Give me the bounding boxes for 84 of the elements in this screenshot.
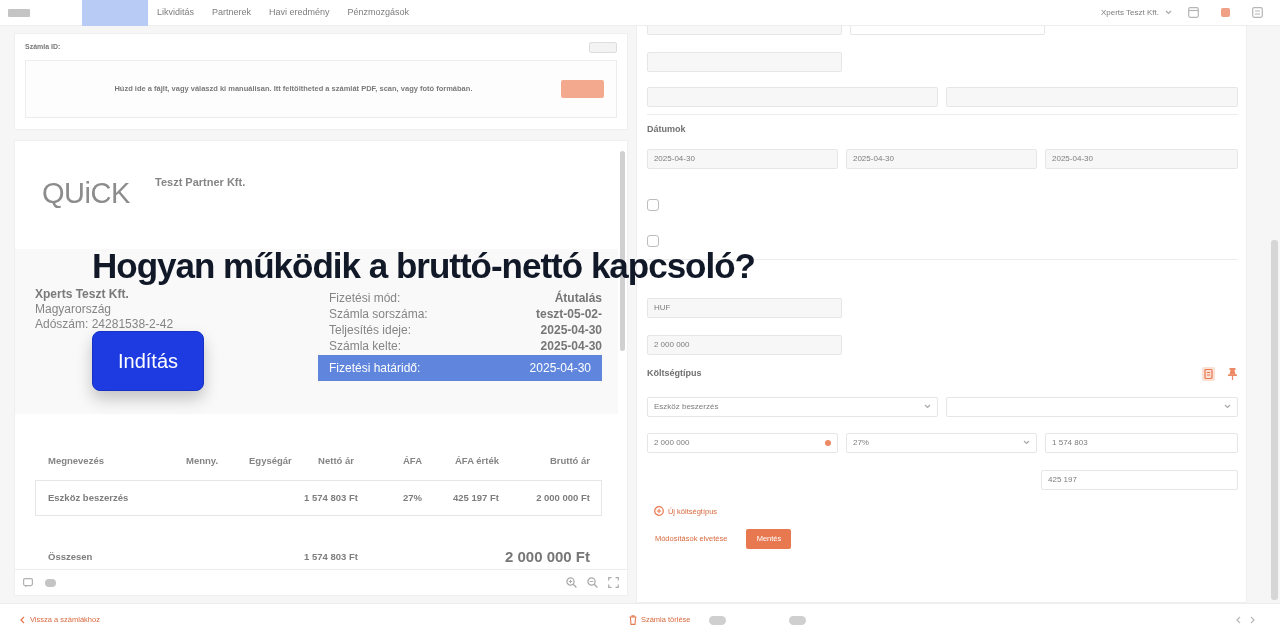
detail-label: Számla kelte: bbox=[329, 338, 402, 354]
detail-value: teszt-05-02- bbox=[535, 306, 602, 322]
column-header: Egységár bbox=[249, 453, 293, 468]
trash-icon bbox=[628, 615, 637, 625]
detail-label: Fizetési határidő: bbox=[329, 360, 421, 377]
input-field[interactable] bbox=[946, 87, 1238, 107]
logo-placeholder-icon[interactable] bbox=[8, 8, 30, 17]
chevron-right-icon[interactable] bbox=[1250, 616, 1255, 624]
checkbox[interactable] bbox=[646, 234, 659, 247]
category-select[interactable]: Eszköz beszerzés bbox=[646, 396, 939, 417]
nav-tab[interactable] bbox=[82, 0, 148, 26]
company-selector[interactable]: Xperts Teszt Kft. bbox=[1100, 6, 1159, 19]
fullscreen-icon[interactable] bbox=[607, 577, 619, 588]
comment-icon[interactable] bbox=[23, 577, 33, 588]
checkbox[interactable] bbox=[646, 198, 659, 211]
gross-amount-field[interactable]: 2 000 000 bbox=[646, 432, 838, 453]
caret-down-icon[interactable] bbox=[1165, 10, 1172, 15]
vat-amount-field[interactable]: 425 197 bbox=[1041, 469, 1238, 490]
select-value: 27% bbox=[852, 436, 869, 449]
zoom-out-icon[interactable] bbox=[586, 577, 598, 588]
currency-field[interactable]: HUF bbox=[646, 297, 842, 318]
date-field[interactable]: 2025-04-30 bbox=[1045, 148, 1238, 169]
detail-value: 2025-04-30 bbox=[540, 338, 602, 354]
column-header: ÁFA bbox=[402, 453, 423, 468]
document-icon[interactable] bbox=[1202, 366, 1215, 381]
field-value: 2 000 000 bbox=[653, 436, 690, 449]
vat-rate-select[interactable]: 27% bbox=[845, 432, 1037, 453]
section-title: Dátumok bbox=[646, 123, 686, 136]
window-icon[interactable] bbox=[1188, 7, 1199, 18]
detail-value: 2025-04-30 bbox=[529, 360, 591, 377]
net-amount-field[interactable]: 1 574 803 bbox=[1045, 432, 1238, 453]
table-cell-text: Eszköz beszerzés bbox=[48, 490, 130, 505]
date-field[interactable]: 2025-04-30 bbox=[845, 148, 1037, 169]
detail-value: 2025-04-30 bbox=[540, 322, 602, 338]
select-value: Eszköz beszerzés bbox=[653, 400, 719, 413]
table-cell-text: 2 000 000 Ft bbox=[535, 490, 590, 505]
tour-heading: Hogyan működik a bruttó-nettó kapcsoló? bbox=[92, 245, 755, 287]
input-field[interactable] bbox=[646, 52, 842, 72]
menu-icon[interactable] bbox=[1252, 7, 1263, 18]
square-icon[interactable] bbox=[1221, 8, 1230, 17]
date-field[interactable]: 2025-04-30 bbox=[646, 148, 838, 169]
plus-circle-icon[interactable] bbox=[653, 506, 664, 517]
table-cell-text: 425 197 Ft bbox=[452, 490, 499, 505]
column-header: ÁFA érték bbox=[454, 453, 499, 468]
nav-tab[interactable]: Partnerek bbox=[203, 0, 261, 26]
total-label: Összesen bbox=[48, 549, 94, 564]
toggle-switch[interactable] bbox=[708, 615, 726, 625]
total-gross: 2 000 000 Ft bbox=[503, 547, 590, 567]
column-header: Menny. bbox=[186, 453, 220, 468]
input-field[interactable] bbox=[646, 26, 842, 35]
select-field[interactable] bbox=[946, 396, 1238, 417]
chevron-left-icon bbox=[20, 616, 25, 624]
column-header: Nettó ár bbox=[317, 453, 354, 468]
zoom-in-icon[interactable] bbox=[565, 577, 577, 588]
input-field[interactable] bbox=[849, 26, 1045, 35]
pin-icon[interactable] bbox=[1227, 367, 1238, 380]
nav-tab[interactable]: Likviditás bbox=[148, 0, 203, 26]
detail-label: Fizetési mód: bbox=[329, 290, 401, 306]
caret-down-icon bbox=[924, 404, 932, 409]
caret-down-icon bbox=[1023, 440, 1030, 445]
nav-tab[interactable]: Havi eredmény bbox=[260, 0, 339, 26]
chevron-left-icon[interactable] bbox=[1236, 616, 1241, 624]
amount-field[interactable]: 2 000 000 bbox=[646, 334, 842, 355]
detail-value: Átutalás bbox=[554, 290, 602, 306]
seller-tax-number: Adószám: 24281538-2-42 bbox=[35, 317, 174, 332]
upload-button[interactable] bbox=[560, 80, 604, 98]
column-header: Bruttó ár bbox=[548, 453, 590, 468]
detail-label: Teljesítés ideje: bbox=[329, 322, 412, 338]
toggle-icon[interactable] bbox=[45, 578, 56, 587]
column-header: Megnevezés bbox=[48, 453, 105, 468]
scrollbar-thumb[interactable] bbox=[1271, 240, 1278, 600]
company-logo-text: QUiCK bbox=[42, 176, 131, 211]
seller-name: Xperts Teszt Kft. bbox=[35, 287, 129, 302]
detail-label: Számla sorszáma: bbox=[329, 306, 428, 322]
seller-country: Magyarország bbox=[35, 302, 112, 317]
section-title: Költségtípus bbox=[646, 366, 702, 380]
partner-name: Teszt Partner Kft. bbox=[155, 175, 246, 190]
toggle-switch[interactable] bbox=[788, 615, 806, 625]
nav-tab[interactable]: Pénzmozgások bbox=[338, 0, 419, 26]
input-field[interactable] bbox=[646, 87, 939, 107]
small-input-field[interactable] bbox=[588, 41, 617, 53]
start-tour-button[interactable]: Indítás bbox=[92, 331, 204, 391]
caret-down-icon bbox=[1224, 404, 1231, 409]
status-dot-icon bbox=[824, 439, 831, 446]
